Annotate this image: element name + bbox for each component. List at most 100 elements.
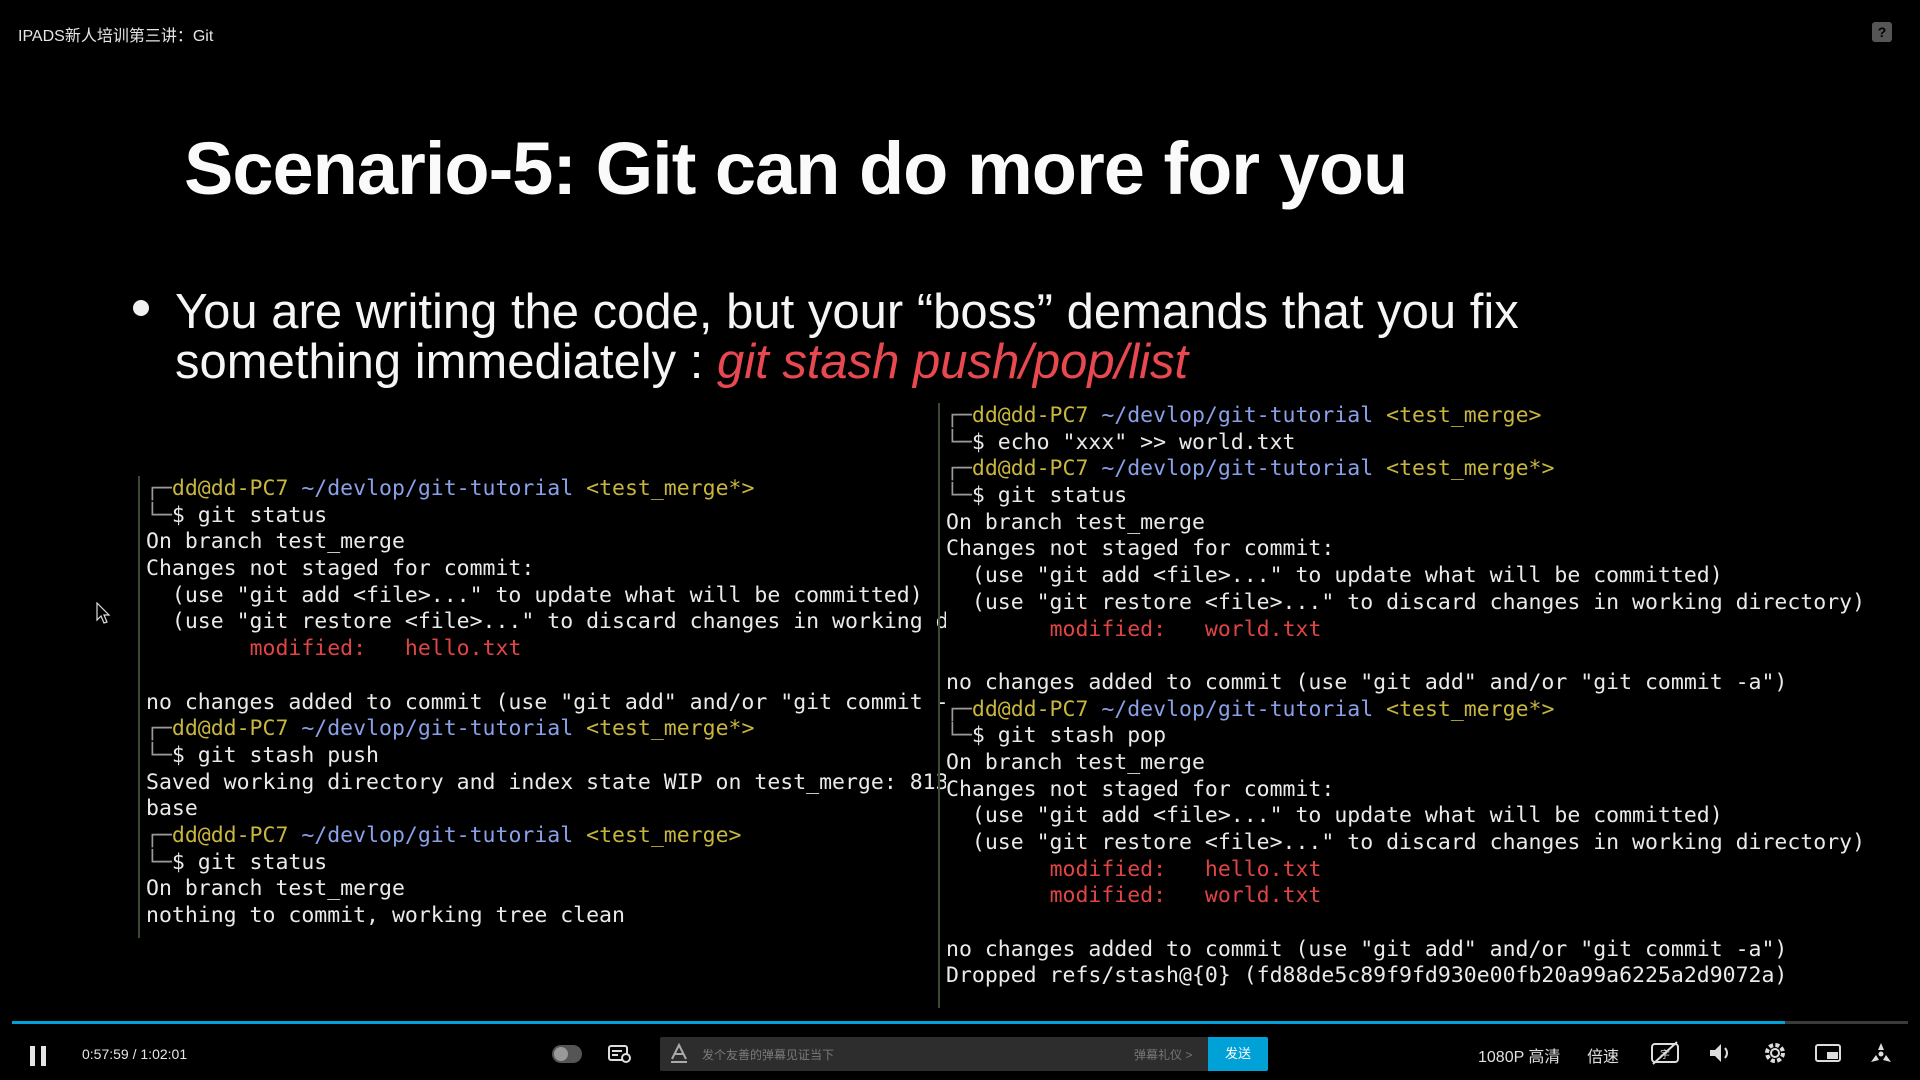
time-separator: /: [132, 1046, 137, 1062]
output-text: no changes added to commit (use "git add…: [946, 936, 1788, 962]
terminal-line: Changes not staged for commit:: [146, 556, 946, 583]
output-text: (use "git restore <file>..." to discard …: [946, 830, 1866, 855]
terminal-line: (use "git restore <file>..." to discard …: [146, 609, 946, 636]
output-text: On branch test_merge: [146, 876, 405, 902]
command-text: $ git stash pop: [971, 723, 1167, 749]
terminal-line: ┌─dd@dd-PC7 ~/devlop/git-tutorial <test_…: [946, 456, 1886, 483]
speed-button[interactable]: 倍速: [1587, 1043, 1619, 1067]
fullscreen-icon[interactable]: [1866, 1040, 1896, 1066]
terminal-line: modified: hello.txt: [946, 857, 1886, 884]
modified-label: [146, 636, 250, 661]
prompt-corner: └─: [146, 742, 172, 768]
terminal-line: (use "git restore <file>..." to discard …: [946, 830, 1886, 857]
terminal-line: On branch test_merge: [946, 510, 1886, 537]
help-icon[interactable]: ?: [1872, 22, 1892, 42]
terminal-line: ┌─dd@dd-PC7 ~/devlop/git-tutorial <test_…: [946, 403, 1886, 430]
prompt-user: dd@dd-PC7: [171, 476, 289, 501]
volume-icon[interactable]: [1706, 1040, 1736, 1066]
terminal-line: ┌─dd@dd-PC7 ~/devlop/git-tutorial <test_…: [146, 716, 946, 743]
prompt-corner: └─: [946, 429, 972, 455]
terminal-line: (use "git restore <file>..." to discard …: [946, 590, 1886, 617]
output-text: (use "git add <file>..." to update what …: [946, 803, 1723, 829]
mouse-cursor-icon: [96, 602, 111, 624]
terminal-line: └─$ git status: [146, 503, 946, 530]
command-text: $ git stash push: [171, 742, 379, 768]
terminal-line: no changes added to commit (use "git add…: [146, 690, 946, 717]
output-text: (use "git add <file>..." to update what …: [946, 563, 1723, 589]
pause-button[interactable]: [30, 1046, 48, 1066]
danmaku-font-icon[interactable]: [670, 1043, 688, 1063]
output-text: (use "git restore <file>..." to discard …: [146, 609, 946, 635]
terminal-line: On branch test_merge: [146, 876, 946, 903]
modified-label: [946, 617, 1050, 642]
prompt-branch: <test_merge*>: [586, 716, 755, 742]
output-text: Saved working directory and index state …: [146, 769, 946, 795]
terminal-line: (use "git add <file>..." to update what …: [146, 583, 946, 610]
widescreen-icon[interactable]: [1813, 1040, 1843, 1066]
prompt-user: dd@dd-PC7: [971, 403, 1089, 428]
prompt-corner: └─: [146, 849, 172, 875]
bullet-text-1: You are writing the code, but your “boss…: [175, 285, 1519, 339]
prompt-path: ~/devlop/git-tutorial: [301, 716, 574, 742]
terminal-line: └─$ git status: [146, 850, 946, 877]
terminal-line: ┌─dd@dd-PC7 ~/devlop/git-tutorial <test_…: [946, 697, 1886, 724]
prompt-user: dd@dd-PC7: [171, 822, 289, 848]
prompt-path: ~/devlop/git-tutorial: [1101, 456, 1374, 482]
modified-label: modified:: [1049, 616, 1167, 642]
prompt-branch: <test_merge>: [1386, 403, 1542, 428]
player-controls: 0:57:59 / 1:02:01 弹幕礼仪 > 发送 1080P 高清 倍速 …: [0, 1024, 1920, 1080]
output-text: base: [146, 796, 198, 822]
bullet-dot: [133, 300, 149, 316]
danmaku-etiquette-link[interactable]: 弹幕礼仪 >: [1134, 1046, 1192, 1063]
command-text: $ git status: [171, 849, 328, 875]
terminal-line: modified: world.txt: [946, 617, 1886, 644]
terminal-line: nothing to commit, working tree clean: [146, 903, 946, 930]
bullet-text-2: something immediately :: [175, 335, 717, 389]
danmaku-input[interactable]: [700, 1045, 1074, 1065]
output-text: Changes not staged for commit:: [946, 776, 1335, 802]
terminal-line: Saved working directory and index state …: [146, 770, 946, 797]
time-display: 0:57:59 / 1:02:01: [82, 1046, 187, 1062]
terminal-left: ┌─dd@dd-PC7 ~/devlop/git-tutorial <test_…: [138, 476, 946, 938]
prompt-corner: ┌─: [146, 476, 172, 501]
modified-label: modified:: [249, 636, 367, 662]
terminal-line: [946, 643, 1886, 670]
prompt-branch: <test_merge*>: [586, 476, 755, 501]
modified-file: hello.txt: [1204, 856, 1322, 882]
output-text: no changes added to commit (use "git add…: [146, 689, 946, 715]
terminal-line: (use "git add <file>..." to update what …: [946, 563, 1886, 590]
terminal-line: On branch test_merge: [946, 750, 1886, 777]
prompt-user: dd@dd-PC7: [971, 456, 1089, 482]
terminal-line: no changes added to commit (use "git add…: [946, 937, 1886, 964]
danmaku-toggle[interactable]: [552, 1045, 582, 1063]
send-button[interactable]: 发送: [1208, 1037, 1268, 1071]
settings-gear-icon[interactable]: [1760, 1040, 1790, 1066]
prompt-branch: <test_merge*>: [1386, 456, 1555, 482]
subtitle-off-icon[interactable]: 字: [1650, 1040, 1680, 1066]
prompt-corner: ┌─: [946, 696, 972, 722]
prompt-path: ~/devlop/git-tutorial: [301, 822, 574, 848]
modified-label: [946, 883, 1050, 908]
prompt-path: ~/devlop/git-tutorial: [301, 476, 574, 501]
output-text: On branch test_merge: [146, 529, 405, 555]
command-text: $ echo "xxx" >> world.txt: [971, 429, 1296, 455]
prompt-corner: ┌─: [946, 456, 972, 482]
terminal-line: (use "git add <file>..." to update what …: [946, 803, 1886, 830]
prompt-user: dd@dd-PC7: [971, 696, 1089, 722]
bullet-line-1: You are writing the code, but your “boss…: [175, 284, 1519, 340]
modified-file: hello.txt: [404, 636, 522, 662]
quality-button[interactable]: 1080P 高清: [1478, 1043, 1560, 1067]
modified-label: modified:: [1049, 856, 1167, 882]
prompt-corner: └─: [146, 502, 172, 528]
prompt-corner: ┌─: [146, 716, 172, 742]
output-text: Dropped refs/stash@{0} (fd88de5c89f9fd93…: [946, 963, 1788, 989]
prompt-corner: └─: [946, 723, 972, 749]
modified-file: world.txt: [1204, 616, 1322, 642]
duration: 1:02:01: [140, 1046, 188, 1062]
prompt-branch: <test_merge>: [586, 822, 742, 848]
danmaku-settings-icon[interactable]: [608, 1044, 632, 1064]
prompt-corner: └─: [946, 483, 972, 509]
output-text: nothing to commit, working tree clean: [146, 903, 625, 928]
